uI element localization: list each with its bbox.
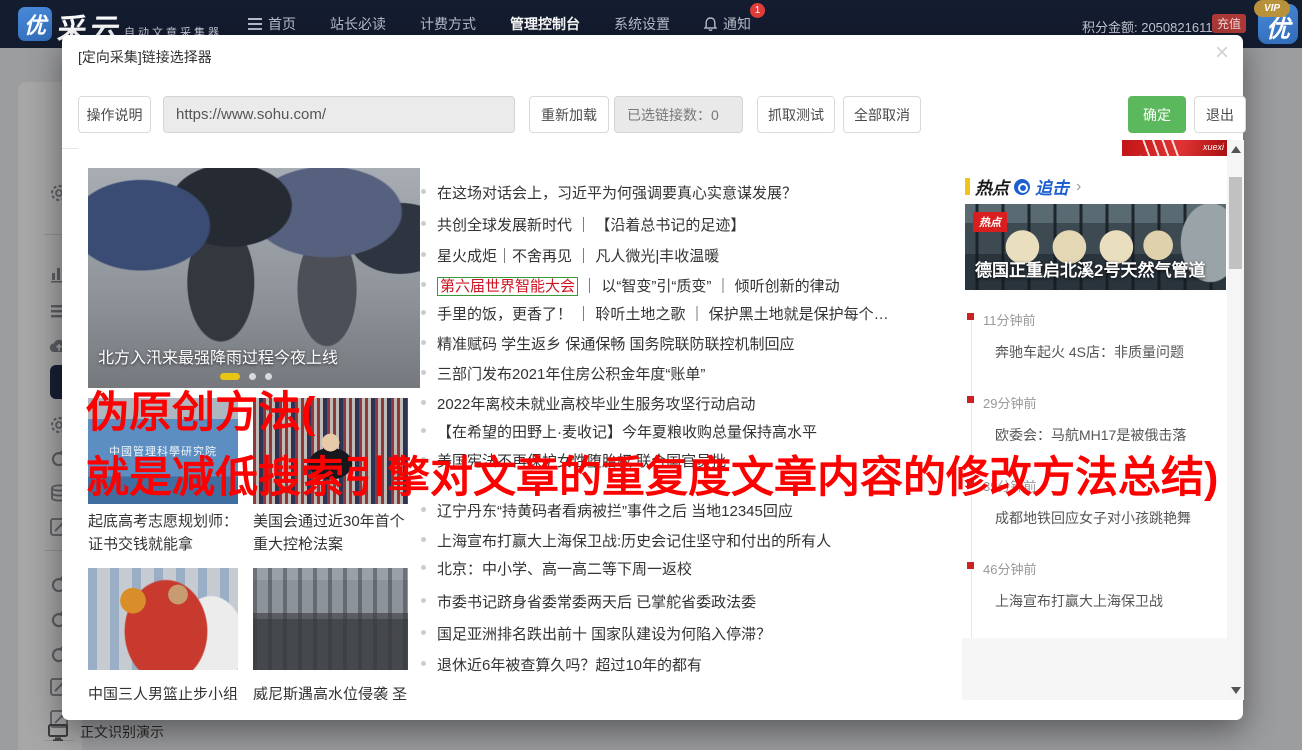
headline-text: 辽宁丹东“持黄码者看病被拦”事件之后 当地12345回应: [437, 503, 793, 520]
hot-item-link[interactable]: 欧委会：马航MH17是被俄击落: [995, 425, 1186, 445]
nav-item-label: 通知: [723, 16, 751, 32]
scroll-up-arrow[interactable]: [1231, 146, 1241, 153]
accent-bar: [965, 178, 970, 195]
scrollbar-thumb[interactable]: [1229, 177, 1242, 269]
webview-scrollbar: [1227, 140, 1244, 700]
hero-caption[interactable]: 北方入汛来最强降雨过程今夜上线: [98, 344, 338, 368]
headline-text: 2022年离校未就业高校毕业生服务攻坚行动启动: [437, 396, 756, 413]
url-input[interactable]: [163, 96, 515, 133]
headline-link[interactable]: 在这场对话会上，习近平为何强调要真心实意谋发展？: [421, 182, 997, 202]
headline-text: ｜ 以“智变”引“质变” ｜ 倾听创新的律动: [578, 278, 840, 295]
headline-link[interactable]: 2022年离校未就业高校毕业生服务攻坚行动启动: [421, 393, 997, 413]
headline-text: 共创全球发展新时代 ｜ 【沿着总书记的足迹】: [437, 217, 746, 234]
headline-text: 国足亚洲排名跌出前十 国家队建设为何陷入停滞？: [437, 626, 772, 643]
hot-featured-image[interactable]: 热点 德国正重启北溪2号天然气管道: [965, 204, 1226, 290]
headline-link[interactable]: 三部门发布2021年住房公积金年度“账单”: [421, 363, 997, 383]
headline-link[interactable]: 手里的饭，更香了！ ｜ 聆听土地之歌 ｜ 保护黑土地就是保护每个…: [421, 303, 997, 323]
brand-logo-icon[interactable]: 优: [18, 7, 52, 41]
nav-item-must-read[interactable]: 站长必读: [330, 14, 386, 34]
news-card-caption[interactable]: 美国会通过近30年首个重大控枪法案: [253, 510, 411, 556]
vip-badge: VIP: [1254, 0, 1290, 17]
hot-title-right: 追击: [1035, 179, 1069, 198]
headline-link-selected[interactable]: 第六届世界智能大会 ｜ 以“智变”引“质变” ｜ 倾听创新的律动: [421, 275, 997, 296]
annotation-line2: 就是减低搜索引擎对文章的重复度文章内容的修改方法总结): [86, 454, 1219, 502]
headline-text: 精准赋码 学生返乡 保通保畅 国务院联防联控机制回应: [437, 336, 795, 353]
confirm-button[interactable]: 确定: [1128, 96, 1186, 133]
hot-tag: 热点: [973, 212, 1007, 232]
nav-item-home[interactable]: 首页: [248, 14, 296, 34]
modal-toolbar: 操作说明 重新加载 已选链接数：0 抓取测试 全部取消 确定 退出: [62, 81, 1246, 149]
nav-item-notifications[interactable]: 通知 1: [704, 3, 765, 34]
headline-text: 星火成炬｜不舍再见 ｜ 凡人微光|丰收温暖: [437, 248, 720, 265]
cancel-all-button[interactable]: 全部取消: [843, 96, 921, 133]
hot-featured-caption: 德国正重启北溪2号天然气管道: [975, 261, 1206, 280]
nav-item-label: 管理控制台: [510, 16, 580, 32]
headline-text: 市委书记跻身省委常委两天后 已掌舵省委政法委: [437, 594, 757, 611]
nav-item-label: 计费方式: [420, 16, 476, 32]
news-card-image[interactable]: [253, 568, 408, 670]
modal-title: [定向采集]链接选择器: [78, 49, 212, 65]
reload-button[interactable]: 重新加载: [529, 96, 609, 133]
chevron-right-icon: ›: [1076, 177, 1082, 195]
panel-footer-area: [962, 638, 1227, 700]
selected-link-text: 第六届世界智能大会: [437, 277, 579, 296]
nav-item-label: 站长必读: [330, 16, 386, 32]
headline-link[interactable]: 【在希望的田野上·麦收记】今年夏粮收购总量保持高水平: [421, 421, 997, 441]
hot-title-left: 热点: [975, 179, 1009, 198]
nav-item-label: 首页: [268, 16, 296, 32]
nav-item-label: 系统设置: [614, 16, 670, 32]
headline-link[interactable]: 国足亚洲排名跌出前十 国家队建设为何陷入停滞？: [421, 623, 997, 643]
headline-text: 上海宣布打赢大上海保卫战:历史会记住坚守和付出的所有人: [437, 533, 832, 550]
close-icon[interactable]: ×: [1215, 41, 1229, 65]
hot-item-time: 29分钟前: [966, 393, 1036, 412]
headline-text: 手里的饭，更香了！ ｜ 聆听土地之歌 ｜ 保护黑土地就是保护每个…: [437, 306, 889, 323]
credit-balance: 积分金额: 2050821611: [1082, 20, 1213, 35]
headline-link[interactable]: 市委书记跻身省委常委两天后 已掌舵省委政法委: [421, 591, 997, 611]
recharge-button[interactable]: 充值: [1212, 14, 1246, 33]
grab-test-button[interactable]: 抓取测试: [757, 96, 835, 133]
hot-item-time: 46分钟前: [966, 559, 1036, 578]
nav-item-billing[interactable]: 计费方式: [420, 14, 476, 34]
link-selector-modal: [定向采集]链接选择器 × 操作说明 重新加载 已选链接数：0 抓取测试 全部取…: [62, 35, 1246, 720]
hot-item-link[interactable]: 奔驰车起火 4S店：非质量问题: [995, 342, 1184, 362]
hot-item-time: 11分钟前: [967, 310, 1036, 329]
headline-text: 【在希望的田野上·麦收记】今年夏粮收购总量保持高水平: [437, 424, 817, 441]
headline-text: 退休近6年被查算久吗？超过10年的都有: [437, 657, 703, 674]
headline-link[interactable]: 上海宣布打赢大上海保卫战:历史会记住坚守和付出的所有人: [421, 530, 997, 550]
banner-text: xuexi: [1202, 142, 1224, 152]
headline-link[interactable]: 精准赋码 学生返乡 保通保畅 国务院联防联控机制回应: [421, 333, 997, 353]
hot-item-link[interactable]: 上海宣布打赢大上海保卫战: [995, 591, 1163, 611]
annotation-line1: 伪原创方法(: [86, 389, 316, 437]
promo-banner-image[interactable]: xuexi: [1122, 140, 1228, 156]
headline-link[interactable]: 退休近6年被查算久吗？超过10年的都有: [421, 654, 997, 674]
headline-link[interactable]: 星火成炬｜不舍再见 ｜ 凡人微光|丰收温暖: [421, 245, 997, 265]
news-card-image[interactable]: [88, 568, 238, 670]
hot-item-link[interactable]: 成都地铁回应女子对小孩跳艳舞: [995, 508, 1191, 528]
selected-count-box: 已选链接数：0: [614, 96, 743, 133]
news-card-caption[interactable]: 起底高考志愿规划师：证书交钱就能拿: [88, 510, 240, 556]
help-button[interactable]: 操作说明: [78, 96, 151, 133]
webview-content: xuexi 北方入汛来最强降雨过程今夜上线 中國管理科學研究院 起底高考志愿规划…: [78, 140, 1244, 700]
app-root: 优 采云 自动文章采集器 首页 站长必读 计费方式 管理控制台 系统设置 通知: [0, 0, 1302, 750]
headline-text: 三部门发布2021年住房公积金年度“账单”: [437, 366, 706, 383]
hamburger-icon: [248, 18, 262, 30]
news-card-caption[interactable]: 中国三人男篮止步小组赛: [88, 683, 248, 700]
bell-icon: [704, 17, 717, 31]
notification-badge: 1: [750, 3, 765, 18]
scroll-down-arrow[interactable]: [1231, 687, 1241, 694]
news-card-caption[interactable]: 威尼斯遇高水位侵袭 圣: [253, 683, 413, 700]
nav-item-console[interactable]: 管理控制台: [510, 14, 580, 34]
target-icon: [1014, 178, 1030, 195]
hot-section-header[interactable]: 热点 追击 ›: [965, 174, 1081, 199]
headline-link[interactable]: 共创全球发展新时代 ｜ 【沿着总书记的足迹】: [421, 214, 997, 234]
headline-text: 在这场对话会上，习近平为何强调要真心实意谋发展？: [437, 185, 798, 202]
headline-text: 北京：中小学、高一高二等下周一返校: [437, 561, 693, 578]
nav-item-settings[interactable]: 系统设置: [614, 14, 670, 34]
headline-link[interactable]: 北京：中小学、高一高二等下周一返校: [421, 558, 997, 578]
exit-button[interactable]: 退出: [1194, 96, 1246, 133]
